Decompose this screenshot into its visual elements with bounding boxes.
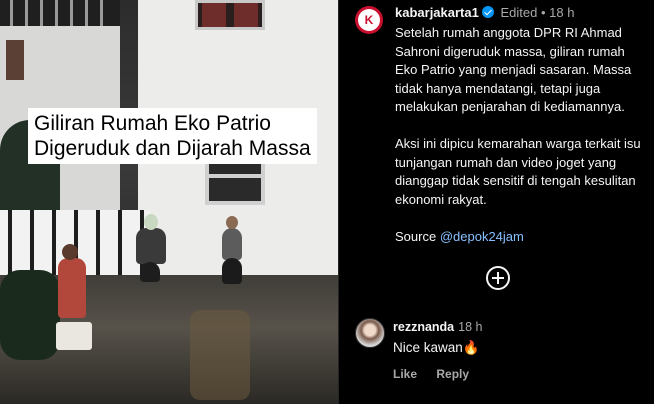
post-media[interactable]: Giliran Rumah Eko Patrio Digeruduk dan D… [0, 0, 338, 404]
separator-dot: • [540, 5, 546, 20]
commenter-avatar[interactable] [355, 318, 385, 348]
bag [56, 322, 92, 350]
author-avatar-letter: K [358, 9, 380, 31]
person-red [58, 258, 86, 318]
comment-text: Nice kawan🔥 [393, 340, 480, 356]
wet-spot [190, 310, 250, 400]
person-dark-legs [140, 262, 160, 282]
comment-actions: Like Reply [393, 367, 485, 381]
source-handle-link[interactable]: @depok24jam [440, 229, 524, 244]
post-time[interactable]: 18 h [549, 5, 574, 20]
caption-source: Source @depok24jam [395, 228, 645, 247]
comment-body: Nice kawan [393, 340, 463, 355]
person-dark [136, 228, 166, 264]
post-header: kabarjakarta1 Edited • 18 h [395, 5, 574, 20]
author-avatar[interactable]: K [355, 6, 383, 34]
author-username[interactable]: kabarjakarta1 [395, 5, 479, 20]
fire-emoji-icon: 🔥 [462, 340, 480, 355]
post-caption: Setelah rumah anggota DPR RI Ahmad Sahro… [395, 24, 645, 265]
comment-time: 18 h [458, 320, 483, 334]
plant [0, 270, 60, 360]
video-caption: Giliran Rumah Eko Patrio Digeruduk dan D… [28, 108, 317, 164]
commenter-username[interactable]: rezznanda [393, 320, 454, 334]
load-more-comments-button[interactable] [486, 266, 510, 290]
source-label: Source [395, 228, 437, 244]
door [6, 40, 24, 80]
person-walking [222, 228, 242, 260]
reply-comment-button[interactable]: Reply [436, 367, 469, 381]
comment-header: rezznanda 18 h [393, 320, 482, 334]
person-walking-legs [222, 258, 242, 284]
like-comment-button[interactable]: Like [393, 367, 417, 381]
upper-window [195, 0, 265, 30]
person-walking-head [226, 216, 238, 229]
balcony [0, 0, 120, 26]
edited-label: Edited [500, 5, 538, 20]
verified-badge-icon [481, 6, 494, 18]
person-red-head [62, 244, 78, 260]
caption-line-1: Giliran Rumah Eko Patrio [34, 112, 271, 135]
caption-paragraph-2: Aksi ini dipicu kemarahan warga terkait … [395, 136, 641, 207]
caption-paragraph-1: Setelah rumah anggota DPR RI Ahmad Sahro… [395, 25, 632, 114]
caption-line-2: Digeruduk dan Dijarah Massa [34, 137, 311, 160]
post-panel: K kabarjakarta1 Edited • 18 h Setelah ru… [338, 0, 654, 404]
person-dark-head [144, 214, 158, 230]
